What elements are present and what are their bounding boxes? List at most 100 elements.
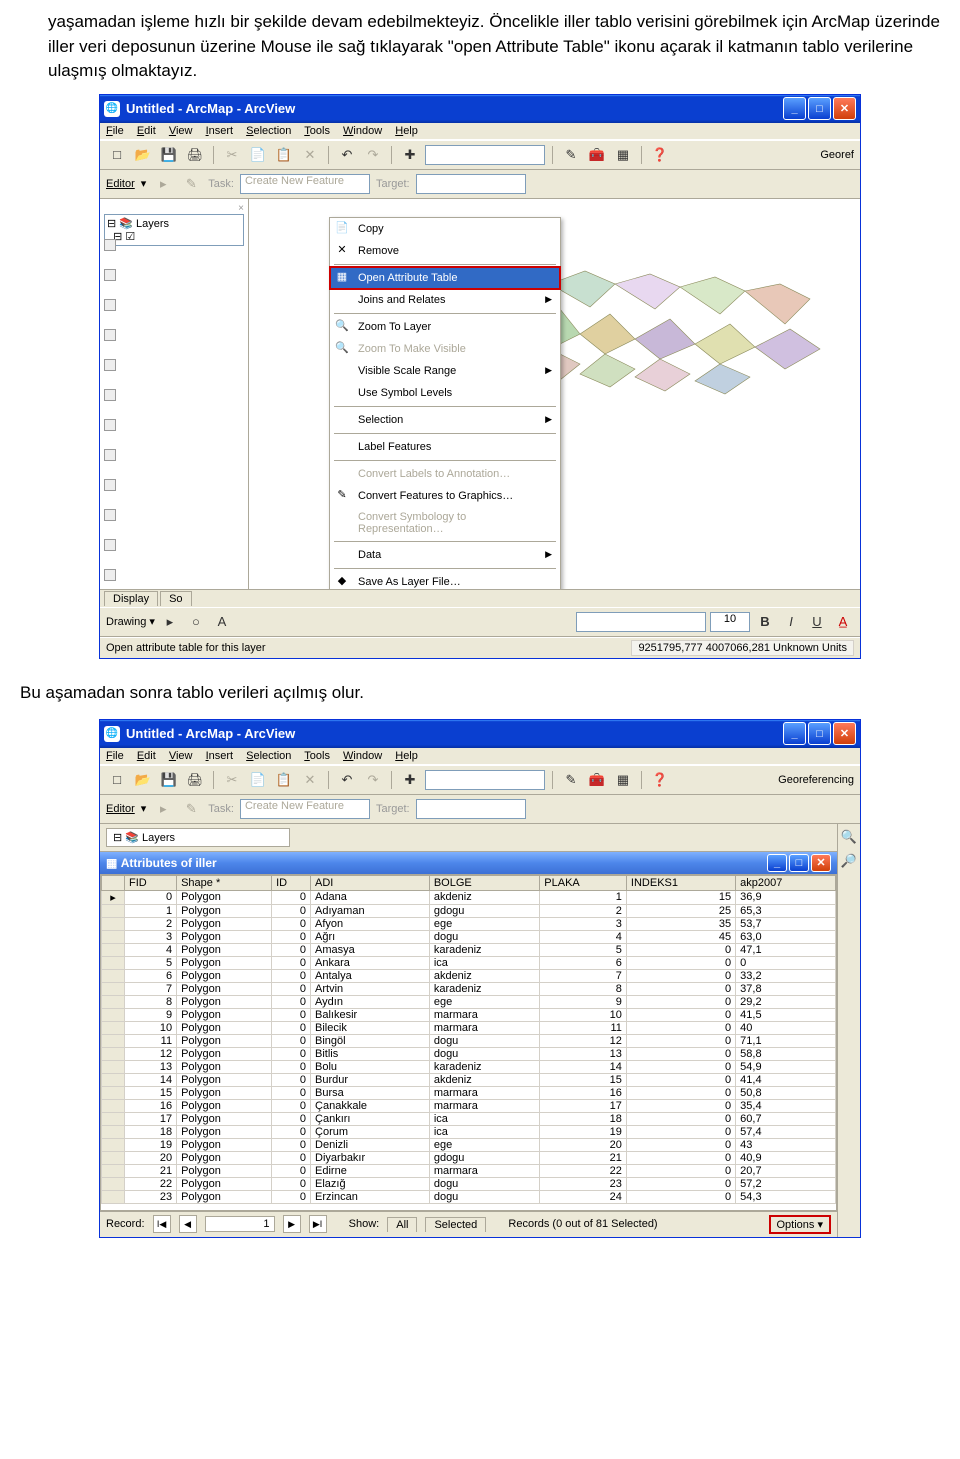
delete-icon-2[interactable]: ✕ <box>299 769 321 791</box>
table-row[interactable]: 12Polygon0Bitlisdogu13058,8 <box>102 1047 836 1060</box>
ctx-use-symbol-levels[interactable]: Use Symbol Levels <box>330 382 560 404</box>
record-number-input[interactable] <box>205 1216 275 1232</box>
zoomout-icon[interactable]: 🔎 <box>838 850 860 872</box>
options-button[interactable]: Options ▾ <box>769 1215 832 1234</box>
editor-label[interactable]: Editor <box>106 178 135 190</box>
col-akp2007[interactable]: akp2007 <box>736 875 836 890</box>
zoomin-icon[interactable]: 🔍 <box>838 826 860 848</box>
minimize-button-2[interactable]: _ <box>783 722 806 745</box>
copy-icon-2[interactable]: 📄 <box>247 769 269 791</box>
shape-icon[interactable]: ○ <box>185 611 207 633</box>
menu-tools[interactable]: Tools <box>304 125 330 137</box>
undo-icon-2[interactable]: ↶ <box>336 769 358 791</box>
table-row[interactable]: 19Polygon0Denizliege20043 <box>102 1138 836 1151</box>
attr-min-button[interactable]: _ <box>767 854 787 872</box>
toolbox-icon[interactable]: 🧰 <box>586 144 608 166</box>
menu-insert[interactable]: Insert <box>206 125 234 137</box>
layers-label[interactable]: Layers <box>136 218 169 230</box>
table-row[interactable]: 6Polygon0Antalyaakdeniz7033,2 <box>102 969 836 982</box>
table-row[interactable]: 3Polygon0Ağrıdogu44563,0 <box>102 930 836 943</box>
menu-window[interactable]: Window <box>343 125 382 137</box>
drawing-label[interactable]: Drawing ▾ <box>106 615 155 628</box>
text-icon[interactable]: A <box>211 611 233 633</box>
menu-file-2[interactable]: File <box>106 750 124 762</box>
menu-file[interactable]: File <box>106 125 124 137</box>
table-row[interactable]: 18Polygon0Çorumica19057,4 <box>102 1125 836 1138</box>
close-button[interactable]: ✕ <box>833 97 856 120</box>
ctx-convert-features-to-graphics-[interactable]: ✎Convert Features to Graphics… <box>330 485 560 507</box>
col-indeks1[interactable]: INDEKS1 <box>626 875 735 890</box>
maximize-button-2[interactable]: □ <box>808 722 831 745</box>
ctx-data[interactable]: Data▶ <box>330 544 560 566</box>
menu-selection-2[interactable]: Selection <box>246 750 291 762</box>
table-row[interactable]: 8Polygon0Aydınege9029,2 <box>102 995 836 1008</box>
menu-help[interactable]: Help <box>395 125 418 137</box>
menu-help-2[interactable]: Help <box>395 750 418 762</box>
table-row[interactable]: 7Polygon0Artvinkaradeniz8037,8 <box>102 982 836 995</box>
table-row[interactable]: 11Polygon0Bingöldogu12071,1 <box>102 1034 836 1047</box>
target-combo[interactable] <box>416 174 526 194</box>
table-row[interactable]: 2Polygon0Afyonege33553,7 <box>102 917 836 930</box>
cut-icon-2[interactable]: ✂ <box>221 769 243 791</box>
col-plaka[interactable]: PLAKA <box>540 875 627 890</box>
ctx-zoom-to-layer[interactable]: 🔍Zoom To Layer <box>330 316 560 338</box>
scale-input-2[interactable] <box>425 770 545 790</box>
print-icon-2[interactable]: 🖨 <box>184 769 206 791</box>
table-row[interactable]: 13Polygon0Bolukaradeniz14054,9 <box>102 1060 836 1073</box>
last-record-icon[interactable]: ▶I <box>309 1215 327 1233</box>
col-adi[interactable]: ADI <box>311 875 430 890</box>
table-row[interactable]: ▸0Polygon0Adanaakdeniz11536,9 <box>102 890 836 904</box>
menu-tools-2[interactable]: Tools <box>304 750 330 762</box>
show-selected-button[interactable]: Selected <box>425 1217 486 1232</box>
task-combo-2[interactable]: Create New Feature <box>240 799 370 819</box>
table-row[interactable]: 5Polygon0Ankaraica600 <box>102 956 836 969</box>
redo-icon[interactable]: ↷ <box>362 144 384 166</box>
ctx-joins-and-relates[interactable]: Joins and Relates▶ <box>330 289 560 311</box>
col-fid[interactable]: FID <box>125 875 177 890</box>
table-row[interactable]: 14Polygon0Burdurakdeniz15041,4 <box>102 1073 836 1086</box>
ctx-label-features[interactable]: Label Features <box>330 436 560 458</box>
fontcolor-icon[interactable]: A̲ <box>832 611 854 633</box>
add-data-icon-2[interactable]: ✚ <box>399 769 421 791</box>
copy-icon[interactable]: 📄 <box>247 144 269 166</box>
ctx-save-as-layer-file-[interactable]: ◆Save As Layer File… <box>330 571 560 589</box>
italic-icon[interactable]: I <box>780 611 802 633</box>
add-data-icon[interactable]: ✚ <box>399 144 421 166</box>
col-shape-[interactable]: Shape * <box>177 875 272 890</box>
editor-label-2[interactable]: Editor <box>106 803 135 815</box>
table-row[interactable]: 21Polygon0Edirnemarmara22020,7 <box>102 1164 836 1177</box>
save-icon-2[interactable]: 💾 <box>158 769 180 791</box>
minimize-button[interactable]: _ <box>783 97 806 120</box>
fontsize-combo[interactable]: 10 <box>710 612 750 632</box>
ctx-open-attribute-table[interactable]: ▦Open Attribute Table <box>330 267 560 289</box>
menu-view-2[interactable]: View <box>169 750 193 762</box>
ruler-icon[interactable]: ✎ <box>560 144 582 166</box>
next-record-icon[interactable]: ▶ <box>283 1215 301 1233</box>
table-row[interactable]: 4Polygon0Amasyakaradeniz5047,1 <box>102 943 836 956</box>
sketch-tool-icon[interactable]: ✎ <box>180 173 202 195</box>
table-row[interactable]: 17Polygon0Çankırıica18060,7 <box>102 1112 836 1125</box>
toc-root-2[interactable]: ⊟ 📚 Layers <box>106 828 290 847</box>
close-button-2[interactable]: ✕ <box>833 722 856 745</box>
maximize-button[interactable]: □ <box>808 97 831 120</box>
print-icon[interactable]: 🖨 <box>184 144 206 166</box>
map-canvas[interactable]: 📄Copy✕Remove▦Open Attribute TableJoins a… <box>249 199 860 589</box>
open-icon-2[interactable]: 📂 <box>132 769 154 791</box>
ctx-copy[interactable]: 📄Copy <box>330 218 560 240</box>
catalog-icon[interactable]: ▦ <box>612 144 634 166</box>
table-row[interactable]: 20Polygon0Diyarbakırgdogu21040,9 <box>102 1151 836 1164</box>
edit-tool-icon-2[interactable]: ▸ <box>152 798 174 820</box>
catalog-icon-2[interactable]: ▦ <box>612 769 634 791</box>
tab-source[interactable]: So <box>160 591 191 606</box>
table-row[interactable]: 9Polygon0Balıkesirmarmara10041,5 <box>102 1008 836 1021</box>
bold-icon[interactable]: B <box>754 611 776 633</box>
menu-insert-2[interactable]: Insert <box>206 750 234 762</box>
prev-record-icon[interactable]: ◀ <box>179 1215 197 1233</box>
menu-view[interactable]: View <box>169 125 193 137</box>
paste-icon[interactable]: 📋 <box>273 144 295 166</box>
new-icon[interactable]: □ <box>106 144 128 166</box>
redo-icon-2[interactable]: ↷ <box>362 769 384 791</box>
menu-selection[interactable]: Selection <box>246 125 291 137</box>
underline-icon[interactable]: U <box>806 611 828 633</box>
attr-table-wrap[interactable]: FIDShape *IDADIBOLGEPLAKAINDEKS1akp2007 … <box>100 874 837 1211</box>
